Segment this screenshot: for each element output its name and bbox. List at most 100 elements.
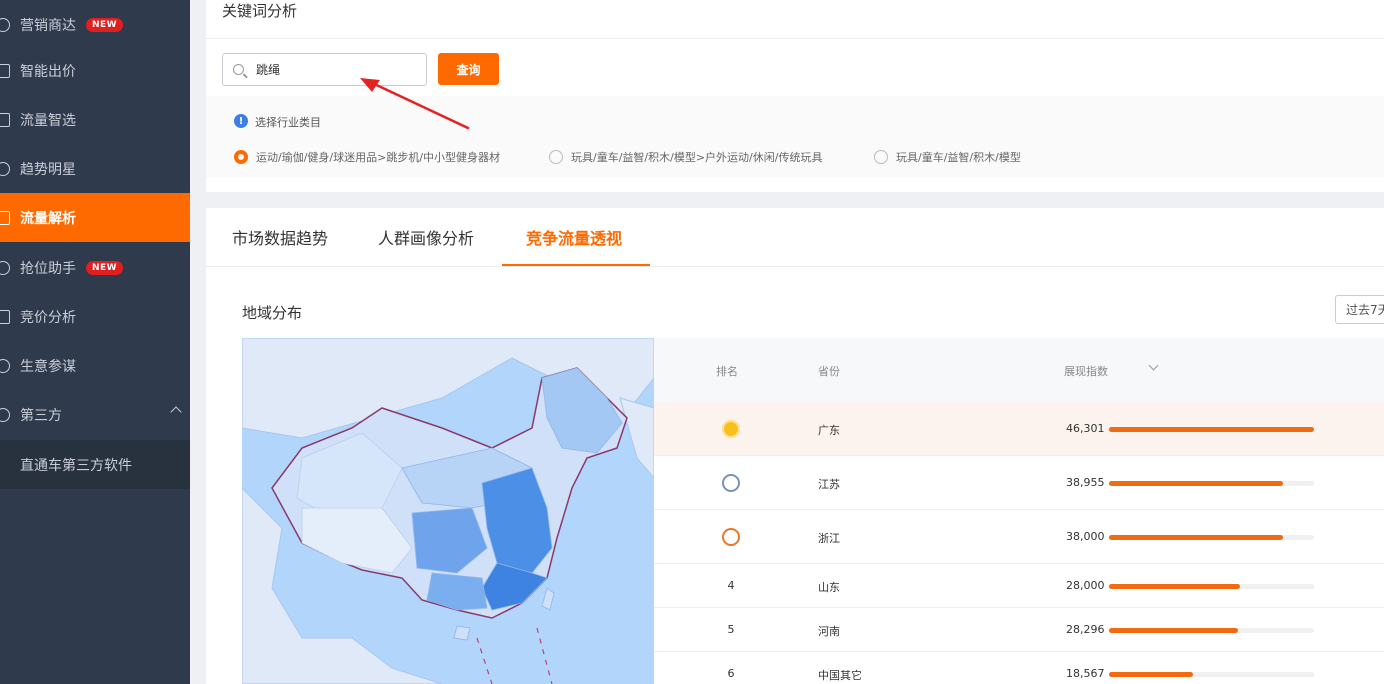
info-icon: ! bbox=[234, 114, 248, 128]
annotation-arrow bbox=[360, 78, 470, 130]
traffic-icon bbox=[0, 112, 10, 127]
china-map-graphic bbox=[242, 338, 654, 684]
table-header: 排名 省份 展现指数 bbox=[654, 338, 1384, 402]
sidebar-item-smart-bid[interactable]: 智能出价 bbox=[0, 46, 190, 95]
province-name: 河南 bbox=[818, 625, 840, 638]
divider bbox=[206, 38, 1384, 39]
index-bar-track bbox=[1109, 584, 1314, 589]
silver-medal-icon bbox=[722, 474, 740, 492]
category-label: 选择行业类目 bbox=[255, 116, 321, 129]
new-badge: NEW bbox=[86, 260, 124, 275]
radio-unchecked-icon bbox=[549, 150, 563, 164]
main-panel: 市场数据趋势 人群画像分析 竞争流量透视 地域分布 过去7天 bbox=[206, 208, 1384, 684]
index-bar-track bbox=[1109, 628, 1314, 633]
index-bar-track bbox=[1109, 672, 1314, 677]
sidebar-item-traffic-analysis[interactable]: 流量解析 bbox=[0, 193, 190, 242]
rank-number: 5 bbox=[727, 623, 735, 636]
sidebar-item-position-helper[interactable]: 抢位助手 NEW bbox=[0, 243, 190, 292]
category-radio-label: 运动/瑜伽/健身/球迷用品>跳步机/中小型健身器材 bbox=[256, 151, 501, 164]
section-title: 地域分布 bbox=[242, 304, 303, 322]
sidebar-item-label: 流量解析 bbox=[20, 210, 76, 227]
analysis-icon bbox=[0, 210, 10, 225]
table-row: 4 山东 28,000 bbox=[654, 564, 1384, 608]
rank-number: 4 bbox=[727, 579, 735, 592]
page-title: 关键词分析 bbox=[222, 2, 298, 20]
province-name: 广东 bbox=[818, 424, 840, 437]
bid-analysis-icon bbox=[0, 309, 10, 324]
index-bar bbox=[1109, 628, 1239, 633]
index-value: 38,000 bbox=[1066, 530, 1105, 543]
sidebar-item-bid-analysis[interactable]: 竞价分析 bbox=[0, 292, 190, 341]
tab-competition-traffic[interactable]: 竞争流量透视 bbox=[526, 208, 622, 266]
table-row: 广东 46,301 bbox=[654, 402, 1384, 456]
index-bar-track bbox=[1109, 481, 1314, 486]
sidebar: 营销商达 NEW 智能出价 流量智选 趋势明星 流量解析 抢位助手 NEW 竞价… bbox=[0, 0, 190, 684]
sidebar-item-label: 生意参谋 bbox=[20, 358, 76, 375]
search-value: 跳绳 bbox=[256, 63, 281, 77]
position-icon bbox=[0, 260, 10, 275]
province-name: 江苏 bbox=[818, 478, 840, 491]
sidebar-item-label: 营销商达 bbox=[20, 17, 76, 34]
category-radio[interactable]: 运动/瑜伽/健身/球迷用品>跳步机/中小型健身器材 bbox=[234, 149, 500, 165]
index-bar bbox=[1109, 535, 1284, 540]
divider bbox=[206, 266, 1384, 267]
date-range-button[interactable]: 过去7天 bbox=[1335, 295, 1384, 324]
new-badge: NEW bbox=[86, 17, 124, 32]
radio-unchecked-icon bbox=[874, 150, 888, 164]
index-value: 18,567 bbox=[1066, 667, 1105, 680]
header-rank: 排名 bbox=[716, 365, 738, 378]
province-name: 浙江 bbox=[818, 532, 840, 545]
index-value: 28,296 bbox=[1066, 623, 1105, 636]
table-row: 江苏 38,955 bbox=[654, 456, 1384, 510]
bronze-medal-icon bbox=[722, 528, 740, 546]
table-row: 5 河南 28,296 bbox=[654, 608, 1384, 652]
sidebar-item-label: 智能出价 bbox=[20, 63, 76, 80]
sidebar-subitem-third-party-software[interactable]: 直通车第三方软件 bbox=[0, 440, 190, 489]
gold-medal-icon bbox=[722, 420, 740, 438]
sidebar-item-traffic-select[interactable]: 流量智选 bbox=[0, 95, 190, 144]
sidebar-item-trend-star[interactable]: 趋势明星 bbox=[0, 144, 190, 193]
header-index[interactable]: 展现指数 bbox=[1064, 363, 1108, 379]
chevron-up-icon bbox=[170, 406, 182, 418]
sidebar-item-label: 第三方 bbox=[20, 407, 62, 424]
bid-icon bbox=[0, 63, 10, 78]
search-icon bbox=[233, 64, 244, 75]
sidebar-item-label: 趋势明星 bbox=[20, 161, 76, 178]
index-bar-track bbox=[1109, 427, 1314, 432]
advisor-icon bbox=[0, 358, 10, 373]
index-value: 38,955 bbox=[1066, 476, 1105, 489]
tab-audience-profile[interactable]: 人群画像分析 bbox=[378, 208, 474, 266]
region-ranking-table: 排名 省份 展现指数 广东 46,301 江苏 38,955 浙江 38,000 4 山东 28… bbox=[654, 338, 1384, 684]
sidebar-item-third-party[interactable]: 第三方 bbox=[0, 390, 190, 439]
category-radio-label: 玩具/童车/益智/积木/模型 bbox=[896, 151, 1021, 164]
sidebar-item-business-advisor[interactable]: 生意参谋 bbox=[0, 341, 190, 390]
index-value: 46,301 bbox=[1066, 422, 1105, 435]
province-name: 中国其它 bbox=[818, 669, 862, 682]
index-value: 28,000 bbox=[1066, 579, 1105, 592]
index-bar-track bbox=[1109, 535, 1314, 540]
region-map[interactable] bbox=[242, 338, 654, 684]
category-radio[interactable]: 玩具/童车/益智/积木/模型>户外运动/休闲/传统玩具 bbox=[549, 149, 822, 165]
chevron-down-icon[interactable] bbox=[1148, 360, 1159, 371]
province-name: 山东 bbox=[818, 581, 840, 594]
index-bar bbox=[1109, 427, 1314, 432]
trend-icon bbox=[0, 161, 10, 176]
category-radio[interactable]: 玩具/童车/益智/积木/模型 bbox=[874, 149, 1021, 165]
sidebar-item-marketing[interactable]: 营销商达 NEW bbox=[0, 0, 190, 49]
marketing-icon bbox=[0, 17, 10, 32]
table-row: 6 中国其它 18,567 bbox=[654, 652, 1384, 684]
index-bar bbox=[1109, 672, 1194, 677]
table-row: 浙江 38,000 bbox=[654, 510, 1384, 564]
category-radio-label: 玩具/童车/益智/积木/模型>户外运动/休闲/传统玩具 bbox=[571, 151, 823, 164]
sidebar-item-label: 抢位助手 bbox=[20, 260, 76, 277]
sidebar-item-label: 流量智选 bbox=[20, 112, 76, 129]
header-province: 省份 bbox=[818, 365, 840, 378]
sidebar-item-label: 竞价分析 bbox=[20, 309, 76, 326]
sidebar-subitem-label: 直通车第三方软件 bbox=[20, 457, 132, 474]
third-party-icon bbox=[0, 407, 10, 422]
radio-checked-icon bbox=[234, 150, 248, 164]
rank-number: 6 bbox=[727, 667, 735, 680]
index-bar bbox=[1109, 584, 1241, 589]
index-bar bbox=[1109, 481, 1284, 486]
tab-market-trend[interactable]: 市场数据趋势 bbox=[232, 208, 328, 266]
